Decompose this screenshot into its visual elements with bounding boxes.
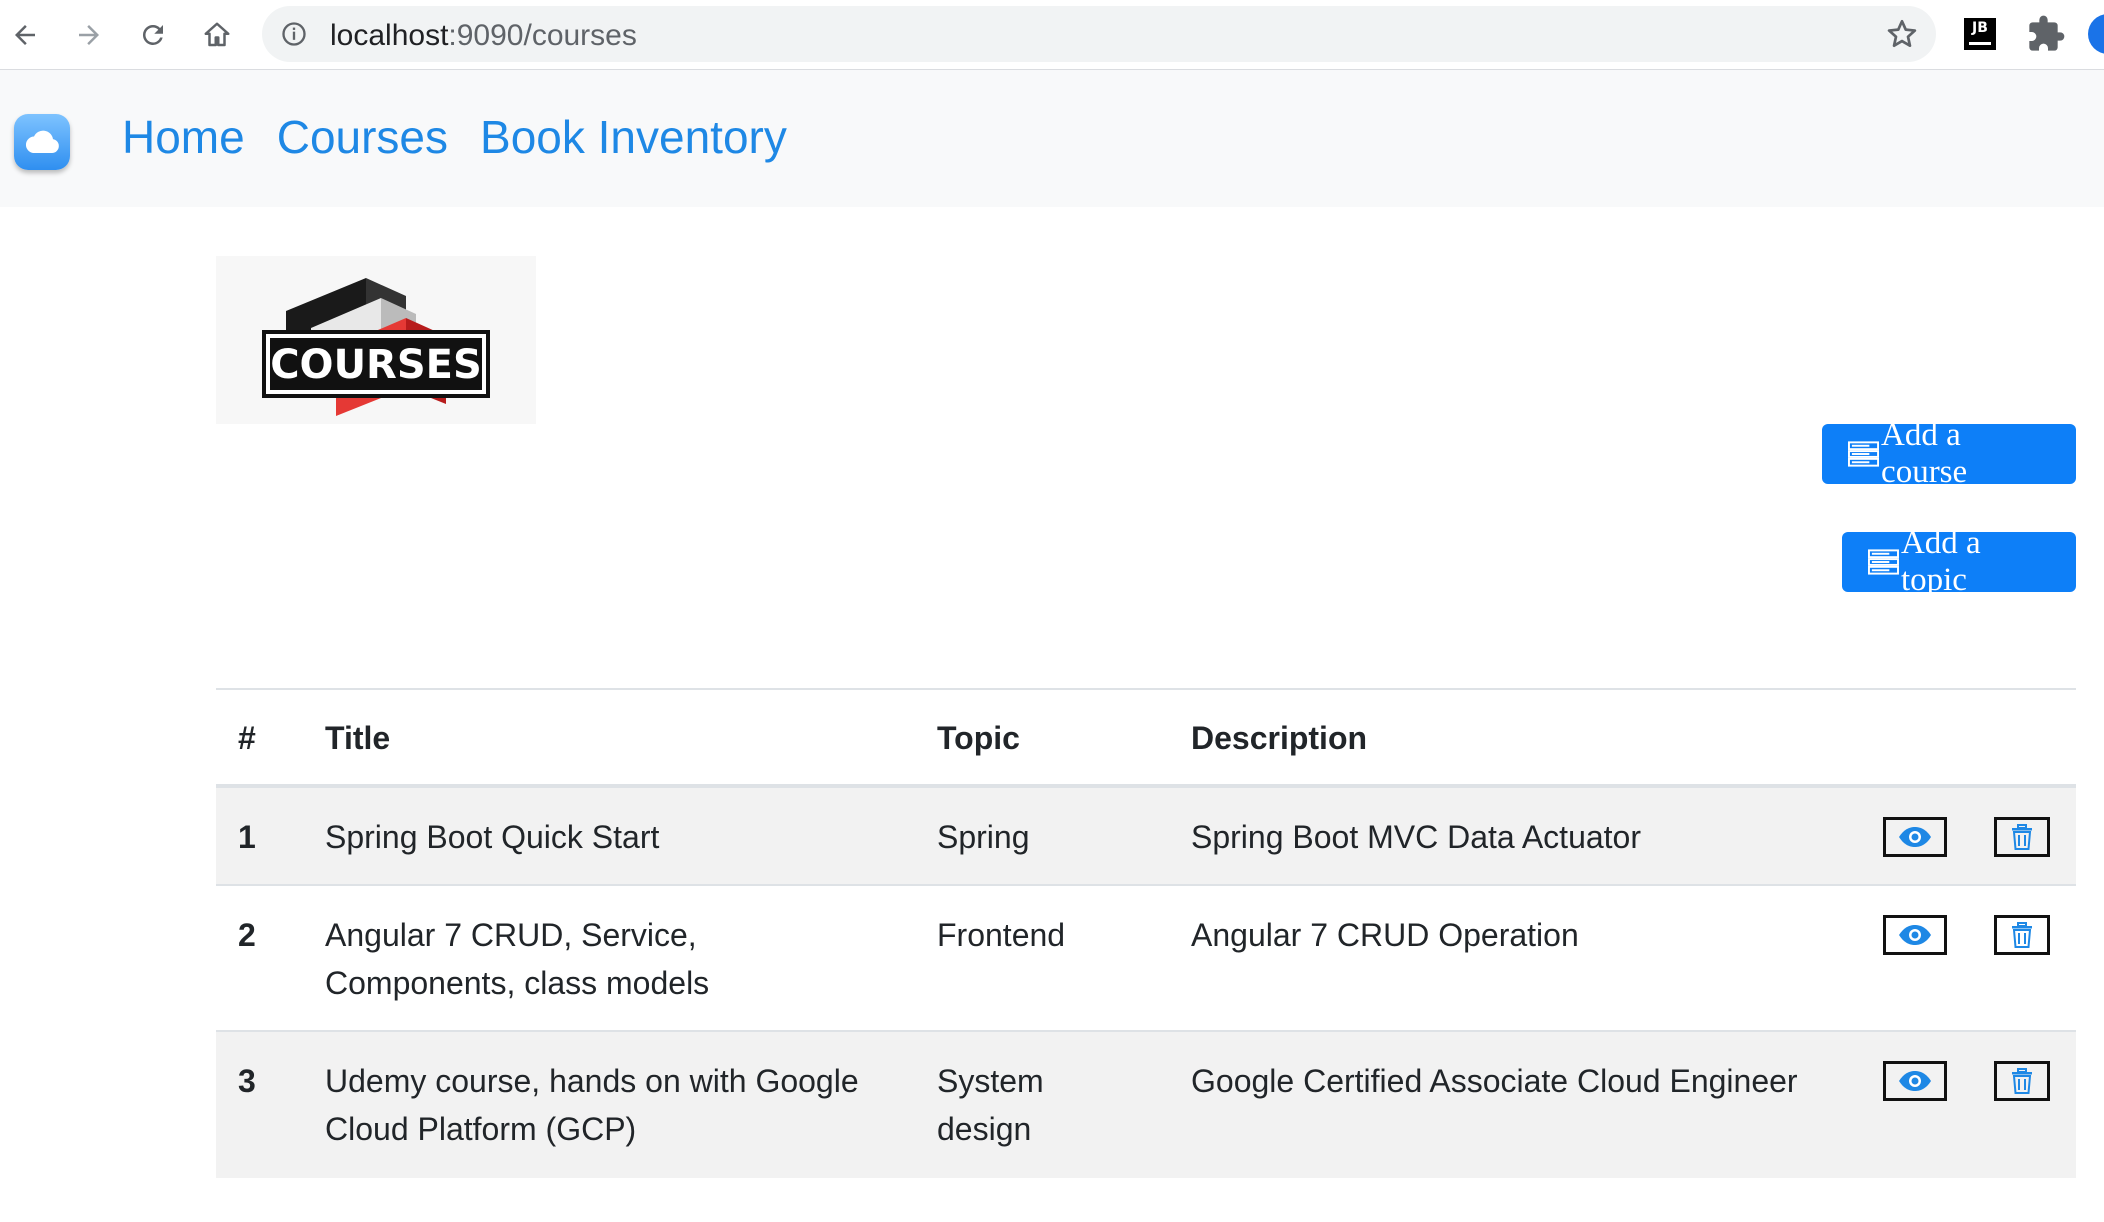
row-number: 1 (238, 819, 256, 855)
table-row: 2 Angular 7 CRUD, Service, Components, c… (216, 886, 2076, 1032)
trash-icon (2012, 824, 2032, 850)
info-icon[interactable] (280, 20, 308, 48)
course-title-line: Angular 7 CRUD, Service, (325, 917, 697, 953)
back-button[interactable] (2, 12, 48, 58)
nav-link-courses[interactable]: Courses (277, 110, 448, 164)
column-header-topic: Topic (937, 720, 1020, 756)
cloud-icon (25, 130, 59, 153)
add-topic-label: Add a topic (1900, 525, 1981, 598)
column-header-title: Title (325, 720, 391, 756)
url-host: localhost (330, 19, 449, 52)
url-path: :9090/courses (448, 19, 637, 52)
browser-toolbar: localhost:9090/courses JB (0, 0, 2104, 70)
row-number: 2 (238, 917, 256, 953)
view-button[interactable] (1883, 915, 1947, 955)
star-icon[interactable] (1884, 16, 1920, 52)
column-header-number: # (238, 720, 256, 756)
courses-table: # Title Topic Description 1 Spring Boot … (216, 688, 2076, 1178)
add-topic-button[interactable]: Add a topic (1842, 525, 2076, 598)
table-row: 3 Udemy course, hands on with Google Clo… (216, 1032, 2076, 1178)
nav-links: Home Courses Book Inventory (122, 110, 787, 164)
address-bar[interactable]: localhost:9090/courses (262, 6, 1936, 62)
add-course-button[interactable]: Add a course (1822, 417, 2076, 490)
table-header: # Title Topic Description (216, 690, 2076, 788)
brand-logo[interactable] (14, 114, 70, 170)
eye-icon (1899, 827, 1931, 847)
course-title-line: Spring Boot Quick Start (325, 819, 660, 855)
course-description: Google Certified Associate Cloud Enginee… (1191, 1063, 1798, 1099)
nav-link-book-inventory[interactable]: Book Inventory (480, 110, 787, 164)
course-topic: System design (937, 1057, 1137, 1153)
course-description: Angular 7 CRUD Operation (1191, 917, 1579, 953)
jetbrains-extension-icon[interactable]: JB (1964, 18, 1996, 50)
view-button[interactable] (1883, 1061, 1947, 1101)
course-title: Spring Boot Quick Start (325, 813, 885, 861)
delete-button[interactable] (1994, 817, 2050, 857)
home-button[interactable] (194, 12, 240, 58)
trash-icon (2012, 1068, 2032, 1094)
course-topic-line: Spring (937, 819, 1030, 855)
forward-button[interactable] (66, 12, 112, 58)
server-icon (1868, 549, 1899, 575)
delete-button[interactable] (1994, 915, 2050, 955)
puzzle-icon[interactable] (2026, 14, 2066, 54)
course-title-line: Cloud Platform (GCP) (325, 1111, 637, 1147)
arrow-left-icon (15, 25, 35, 45)
course-topic-line: System (937, 1063, 1044, 1099)
course-topic-line: design (937, 1111, 1032, 1147)
reload-icon (142, 24, 163, 45)
server-icon (1848, 441, 1880, 467)
nav-link-home[interactable]: Home (122, 110, 245, 164)
course-title-line: Udemy course, hands on with Google (325, 1063, 859, 1099)
course-topic: Spring (937, 813, 1137, 861)
column-header-description: Description (1191, 720, 1368, 756)
view-button[interactable] (1883, 817, 1947, 857)
row-number: 3 (238, 1063, 256, 1099)
profile-avatar[interactable] (2088, 14, 2104, 54)
course-topic: Frontend (937, 911, 1137, 959)
course-title: Angular 7 CRUD, Service, Components, cla… (325, 911, 885, 1007)
course-title-line: Components, class models (325, 965, 710, 1001)
reload-button[interactable] (130, 12, 176, 58)
courses-logo-image: COURSES (216, 256, 536, 424)
home-icon (204, 22, 230, 47)
logo-text: COURSES (270, 342, 482, 388)
eye-icon (1899, 1071, 1931, 1091)
delete-button[interactable] (1994, 1061, 2050, 1101)
arrow-right-icon (79, 25, 99, 45)
app-navbar: Home Courses Book Inventory (0, 70, 2104, 207)
table-row: 1 Spring Boot Quick Start Spring Spring … (216, 788, 2076, 886)
url-text[interactable]: localhost:9090/courses (330, 19, 637, 53)
trash-icon (2012, 922, 2032, 948)
course-title: Udemy course, hands on with Google Cloud… (325, 1057, 885, 1153)
eye-icon (1899, 925, 1931, 945)
course-topic-line: Frontend (937, 917, 1066, 953)
course-description: Spring Boot MVC Data Actuator (1191, 819, 1641, 855)
add-course-label: Add a course (1881, 417, 1968, 490)
